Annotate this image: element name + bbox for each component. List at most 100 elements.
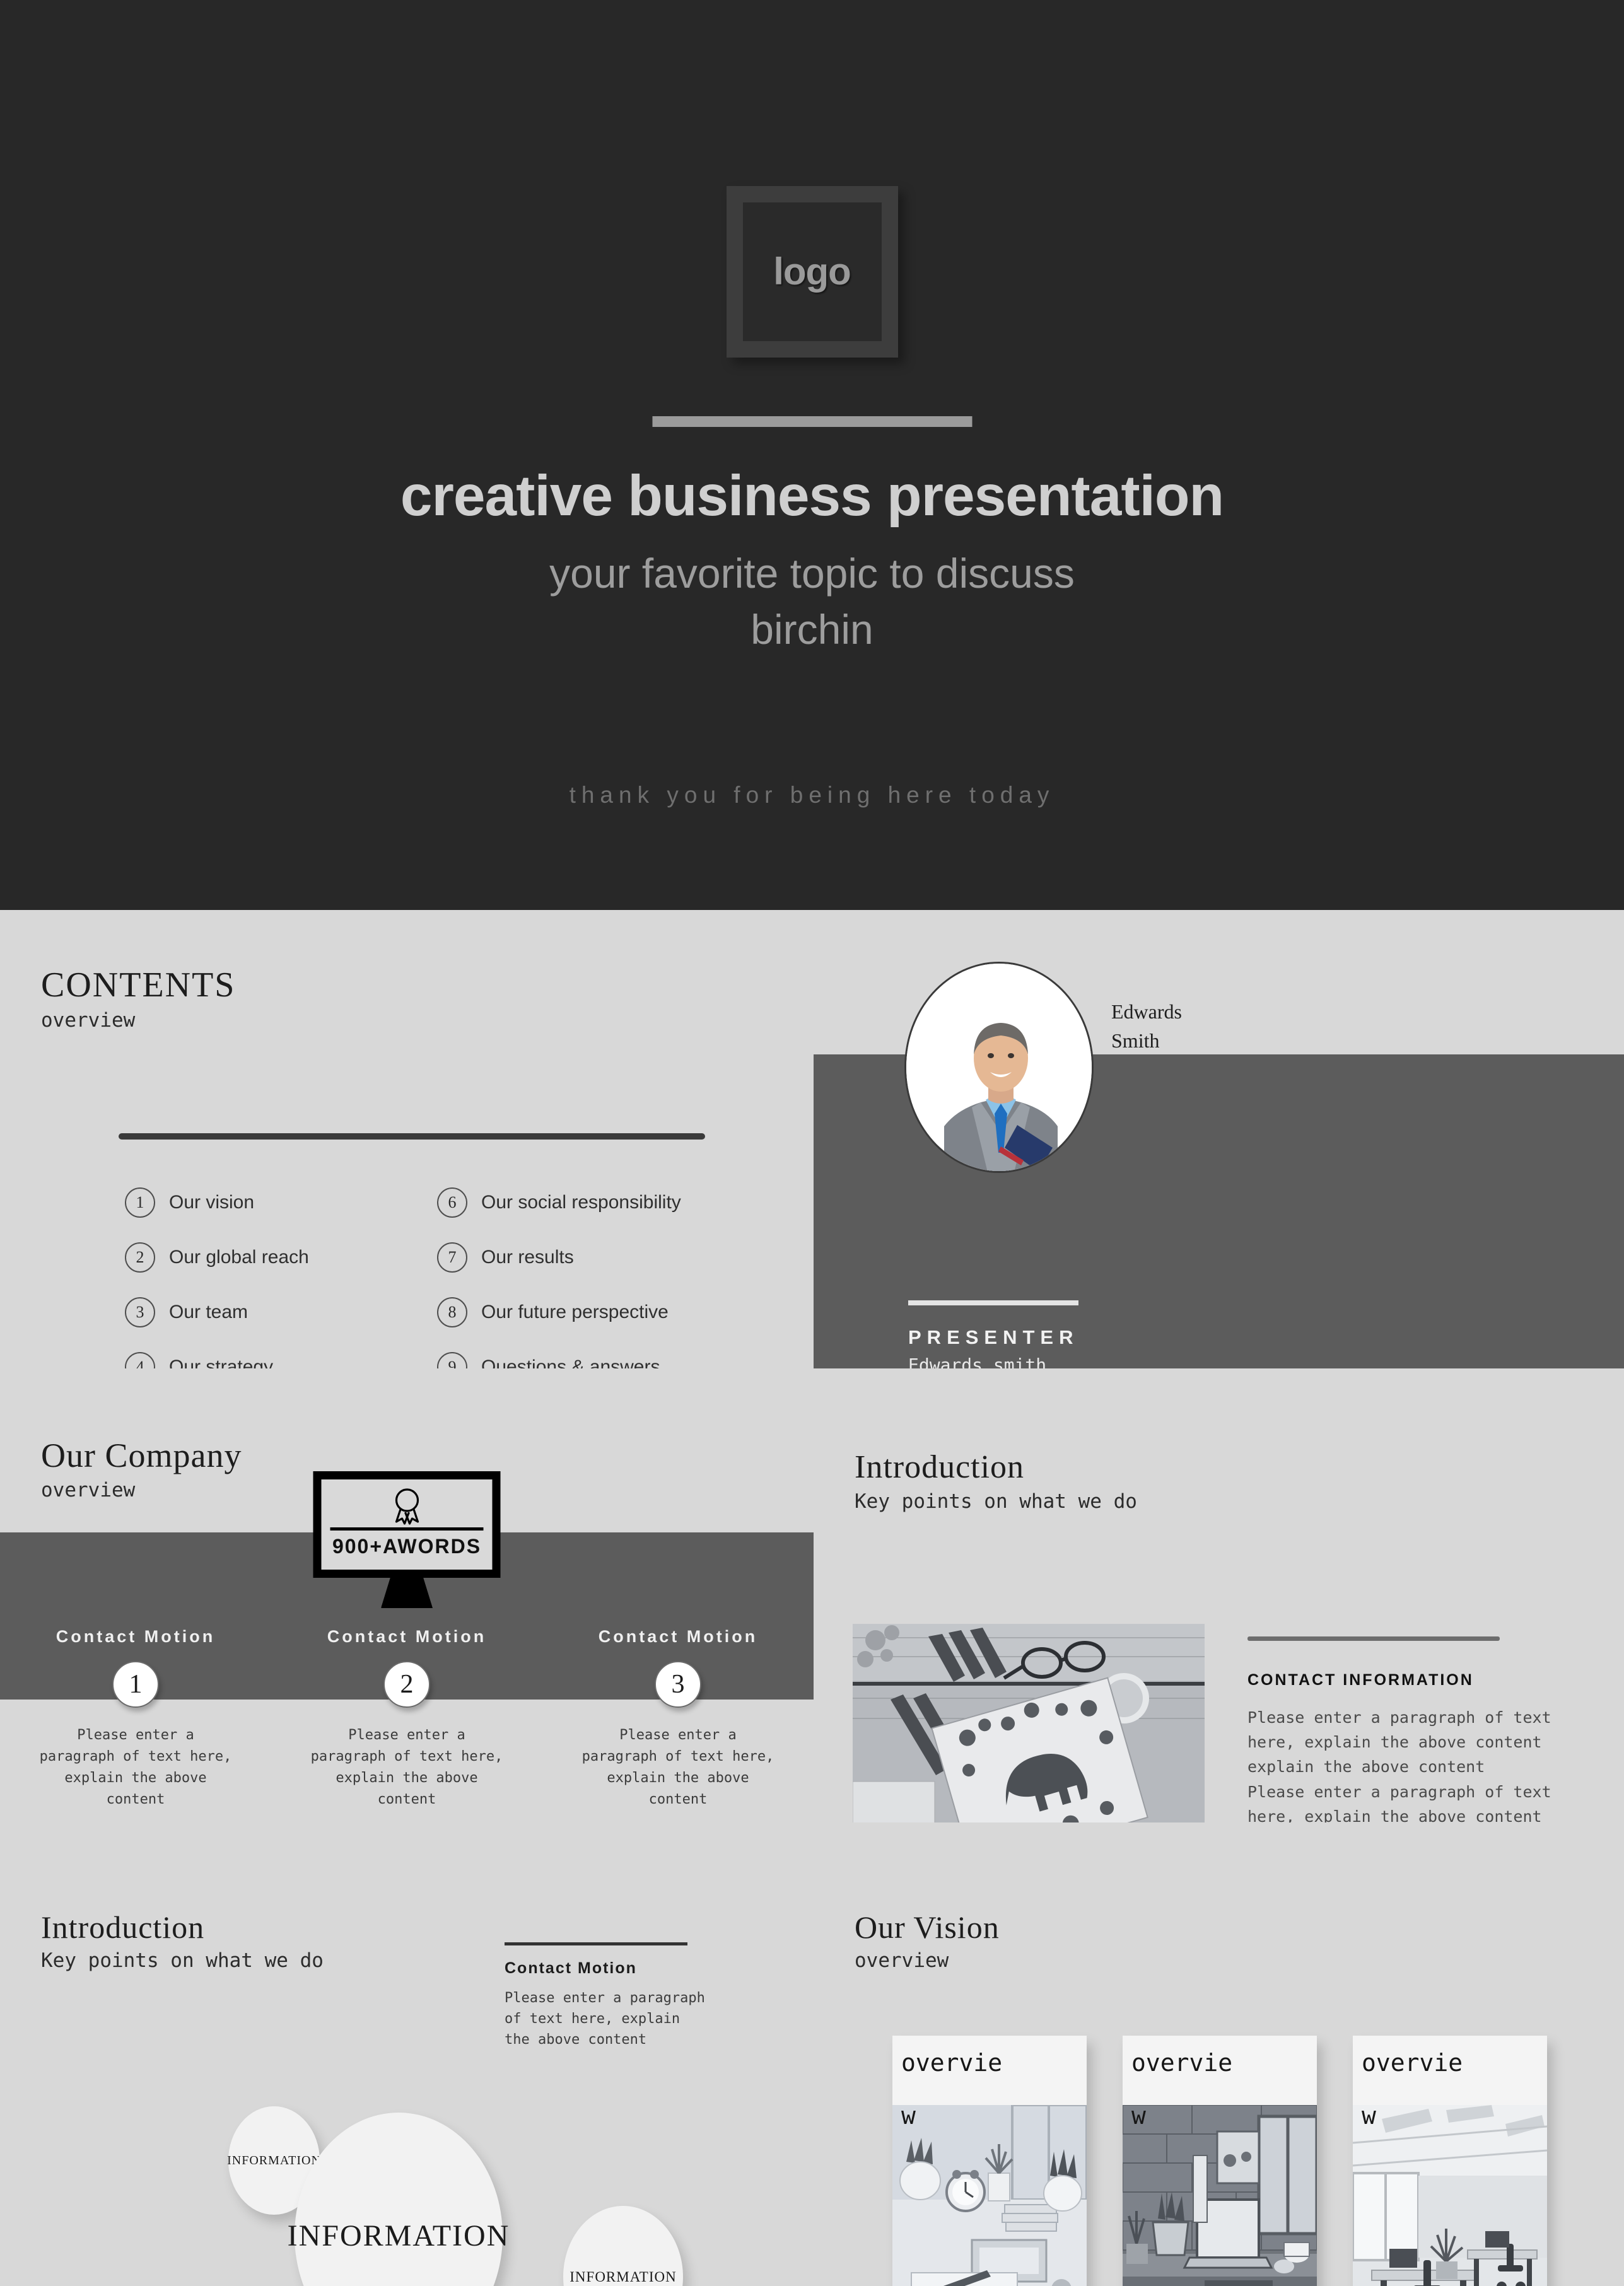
- vision-card-3-image: w: [1353, 2105, 1547, 2286]
- toc-number-2: 2: [125, 1242, 155, 1273]
- company-col-number-1: 1: [112, 1661, 159, 1708]
- subtitle-line-2: birchin: [751, 606, 873, 653]
- slide-our-company: Our Company overview 900+AWORDS Contact: [0, 1368, 814, 1822]
- monitor-stand: [381, 1578, 433, 1608]
- bubbles-contact-text: Please enter a paragraph of text here, e…: [505, 1990, 705, 2048]
- company-header: Our Company overview: [41, 1438, 242, 1502]
- slide-introduction: Introduction Key points on what we do CO…: [814, 1368, 1624, 1822]
- bubbles-divider: [505, 1942, 687, 1945]
- logo-text: logo: [773, 250, 851, 293]
- toc-item-6[interactable]: 6 Our social responsibility: [437, 1175, 681, 1230]
- avatar: [904, 962, 1094, 1173]
- toc-number-1: 1: [125, 1187, 155, 1218]
- slide-our-vision: Our Vision overview overvie w overvie w …: [814, 1822, 1624, 2286]
- presentation-subtitle: your favorite topic to discuss birchin: [0, 545, 1624, 658]
- toc-item-1[interactable]: 1 Our vision: [125, 1175, 373, 1230]
- award-ribbon-icon: [389, 1487, 424, 1528]
- company-col-number-2: 2: [383, 1661, 430, 1708]
- company-col-text-1: Please enter a paragraph of text here, e…: [39, 1727, 232, 1808]
- award-count-label: 900+AWORDS: [332, 1535, 482, 1558]
- toc-label-2: Our global reach: [169, 1246, 309, 1268]
- bubble-top-left-label: INFORMATION: [227, 2153, 321, 2167]
- vision-card-1[interactable]: overvie w: [892, 2036, 1087, 2286]
- slide-deck: logo creative business presentation your…: [0, 0, 1624, 2286]
- bubble-main-label: INFORMATION: [287, 2219, 510, 2253]
- bubble-main[interactable]: INFORMATION: [288, 2113, 508, 2286]
- monitor-inner-divider: [330, 1527, 484, 1531]
- company-subtitle: overview: [41, 1478, 136, 1502]
- toc-number-3: 3: [125, 1297, 155, 1327]
- toc-label-6: Our social responsibility: [481, 1191, 681, 1213]
- contents-top-rule: [119, 1133, 705, 1140]
- introduction-divider: [1247, 1636, 1500, 1641]
- presenter-role-label: PRESENTER: [908, 1326, 1079, 1348]
- toc-label-3: Our team: [169, 1301, 248, 1322]
- contact-information-heading: CONTACT INFORMATION: [1247, 1671, 1474, 1689]
- toc-number-6: 6: [437, 1187, 467, 1218]
- toc-item-3[interactable]: 3 Our team: [125, 1285, 373, 1339]
- vision-title: Our Vision: [855, 1910, 1000, 1945]
- vision-card-3-heading-overflow: w: [1362, 2105, 1376, 2130]
- vision-card-list: overvie w overvie w overvie w: [892, 2036, 1547, 2286]
- company-col-title-1: Contact Motion: [55, 1627, 216, 1646]
- monitor-graphic: 900+AWORDS: [313, 1471, 501, 1608]
- company-title: Our Company: [41, 1437, 242, 1474]
- introduction-paragraph-2: Please enter a paragraph of text here, e…: [1247, 1783, 1551, 1822]
- introduction-paragraphs: Please enter a paragraph of text here, e…: [1247, 1706, 1585, 1822]
- company-col-text-3: Please enter a paragraph of text here, e…: [581, 1727, 774, 1808]
- contents-header: CONTENTS overview: [41, 967, 235, 1032]
- bubbles-contact-heading: Contact Motion: [505, 1959, 637, 1977]
- presenter-name-line-1: Edwards: [1111, 1000, 1182, 1023]
- company-col-title-3: Contact Motion: [598, 1627, 758, 1646]
- toc-label-1: Our vision: [169, 1191, 255, 1213]
- introduction-title: Introduction: [855, 1449, 1025, 1485]
- contents-subtitle: overview: [41, 1008, 136, 1032]
- introduction-text-block: CONTACT INFORMATION Please enter a parag…: [1247, 1636, 1585, 1822]
- presenter-name: Edwards Smith: [1111, 997, 1182, 1056]
- toc-label-7: Our results: [481, 1246, 574, 1268]
- vision-header: Our Vision overview: [855, 1911, 1000, 1972]
- vision-card-3[interactable]: overvie w: [1353, 2036, 1547, 2286]
- introduction-photo: [853, 1624, 1205, 1822]
- toc-item-8[interactable]: 8 Our future perspective: [437, 1285, 681, 1339]
- introduction-paragraph-1: Please enter a paragraph of text here, e…: [1247, 1708, 1551, 1776]
- company-col-number-3: 3: [655, 1661, 701, 1708]
- bubbles-title: Introduction: [41, 1910, 205, 1945]
- vision-subtitle: overview: [855, 1949, 949, 1972]
- company-column-1: Contact Motion 1 Please enter a paragrap…: [0, 1627, 271, 1811]
- toc-item-7[interactable]: 7 Our results: [437, 1230, 681, 1285]
- bubbles-subtitle: Key points on what we do: [41, 1949, 324, 1972]
- vision-card-2[interactable]: overvie w: [1123, 2036, 1317, 2286]
- vision-card-2-heading-overflow: w: [1131, 2105, 1146, 2130]
- vision-card-2-heading: overvie: [1131, 2049, 1233, 2077]
- slide-title: logo creative business presentation your…: [0, 0, 1624, 910]
- company-col-title-2: Contact Motion: [327, 1627, 487, 1646]
- bubbles-header: Introduction Key points on what we do: [41, 1911, 324, 1972]
- bubble-right-label: INFORMATION: [570, 2268, 677, 2285]
- bubbles-side-text: Contact Motion Please enter a paragraph …: [505, 1942, 706, 2050]
- vision-card-1-heading: overvie: [901, 2049, 1003, 2077]
- slide-contents: CONTENTS overview 1 Our vision 2 Our glo…: [0, 910, 814, 1715]
- contents-column-right: 6 Our social responsibility 7 Our result…: [437, 1175, 681, 1394]
- title-divider: [652, 416, 972, 427]
- logo-placeholder: logo: [726, 186, 898, 358]
- bubble-right[interactable]: INFORMATION: [563, 2206, 683, 2286]
- vision-card-3-heading: overvie: [1362, 2049, 1463, 2077]
- vision-card-1-heading-overflow: w: [901, 2105, 916, 2130]
- vision-card-2-image: w: [1123, 2105, 1317, 2286]
- company-columns: Contact Motion 1 Please enter a paragrap…: [0, 1627, 814, 1811]
- monitor-screen: 900+AWORDS: [313, 1471, 501, 1578]
- presenter-divider: [908, 1300, 1078, 1305]
- toc-label-8: Our future perspective: [481, 1301, 669, 1322]
- company-column-2: Contact Motion 2 Please enter a paragrap…: [271, 1627, 542, 1811]
- toc-number-7: 7: [437, 1242, 467, 1273]
- introduction-header: Introduction Key points on what we do: [855, 1449, 1137, 1513]
- vision-card-1-image: w: [892, 2105, 1087, 2286]
- toc-item-2[interactable]: 2 Our global reach: [125, 1230, 373, 1285]
- presenter-name-line-2: Smith: [1111, 1029, 1160, 1053]
- slide-presenter: Edwards Smith PRESENTER Edwards smith Pr…: [814, 910, 1624, 1401]
- contents-title: CONTENTS: [41, 965, 236, 1005]
- presentation-title: creative business presentation: [400, 464, 1224, 528]
- introduction-subtitle: Key points on what we do: [855, 1490, 1137, 1513]
- subtitle-line-1: your favorite topic to discuss: [549, 550, 1075, 597]
